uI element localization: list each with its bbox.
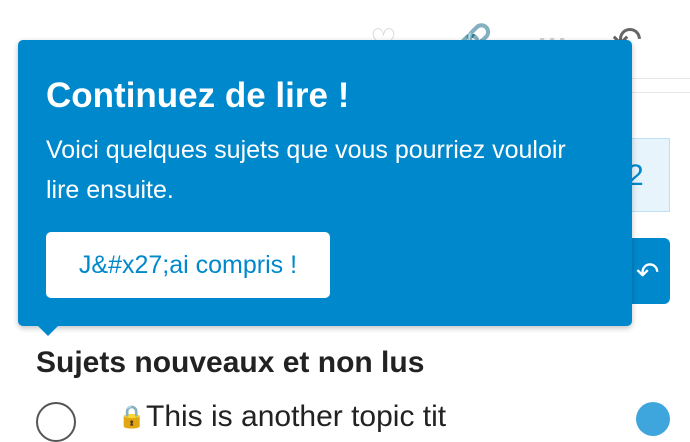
topic-title[interactable]: This is another topic tit bbox=[146, 400, 446, 434]
avatar[interactable] bbox=[36, 402, 76, 442]
reply-button[interactable]: ↶ bbox=[626, 238, 670, 304]
unread-badge[interactable] bbox=[636, 402, 670, 436]
lock-icon: 🔒 bbox=[118, 404, 146, 429]
got-it-button[interactable]: J&#x27;ai compris ! bbox=[46, 232, 330, 298]
divider bbox=[630, 78, 690, 79]
reply-icon: ↶ bbox=[636, 257, 660, 288]
tooltip-text: Voici quelques sujets que vous pourriez … bbox=[46, 136, 566, 204]
divider bbox=[630, 92, 690, 93]
tooltip-title: Continuez de lire ! bbox=[46, 76, 350, 115]
tooltip-arrow bbox=[36, 324, 60, 336]
section-title: Sujets nouveaux et non lus bbox=[36, 346, 425, 379]
continue-reading-tooltip: Continuez de lire ! Voici quelques sujet… bbox=[18, 40, 632, 326]
